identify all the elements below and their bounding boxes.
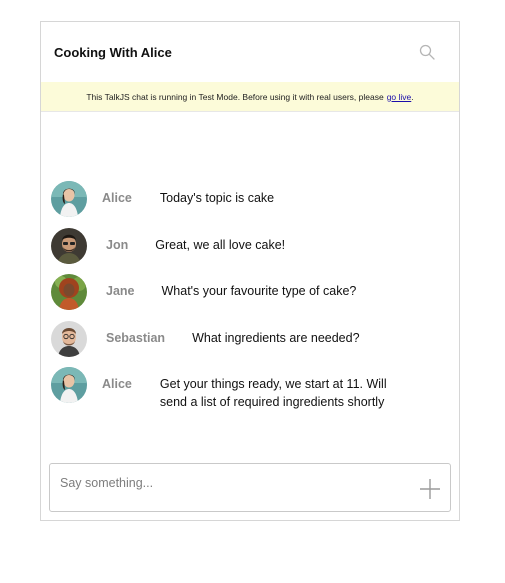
sender-name: Jon [106,238,129,252]
message-row: Jane What's your favourite type of cake? [51,274,356,310]
message-row: Jon Great, we all love cake! [51,228,285,264]
avatar-sebastian[interactable] [51,321,87,357]
chat-header: Cooking With Alice [41,22,459,82]
sender-name: Alice [102,377,132,391]
avatar-alice[interactable] [51,367,87,403]
avatar-jane[interactable] [51,274,87,310]
sender-name: Jane [106,284,135,298]
sender-name: Alice [102,191,132,205]
avatar-alice[interactable] [51,181,87,217]
message-list: Alice Today's topic is cake Jon Great, w… [41,113,459,453]
message-text: Today's topic is cake [159,191,275,205]
search-icon [419,44,435,60]
message-text: What's your favourite type of cake? [161,284,357,298]
test-mode-text: This TalkJS chat is running in Test Mode… [86,91,384,102]
message-row: Alice Today's topic is cake [51,181,274,217]
sender-name: Sebastian [106,331,166,345]
go-live-link[interactable]: go live [387,92,412,102]
message-input[interactable] [60,474,400,492]
test-mode-banner: This TalkJS chat is running in Test Mode… [41,82,459,112]
conversation-title: Cooking With Alice [54,44,172,60]
chat-window: Cooking With Alice This TalkJS chat is r… [40,21,460,521]
message-row: Sebastian What ingredients are needed? [51,321,360,357]
plus-icon[interactable] [419,478,441,500]
search-button[interactable] [417,42,437,62]
avatar-jon[interactable] [51,228,87,264]
message-text: Great, we all love cake! [155,238,286,252]
message-composer [49,463,451,512]
message-text: What ingredients are needed? [192,331,360,345]
message-text: Get your things ready, we start at 11. W… [159,377,387,409]
message-row: Alice Get your things ready, we start at… [51,367,390,411]
banner-period: . [411,91,414,102]
